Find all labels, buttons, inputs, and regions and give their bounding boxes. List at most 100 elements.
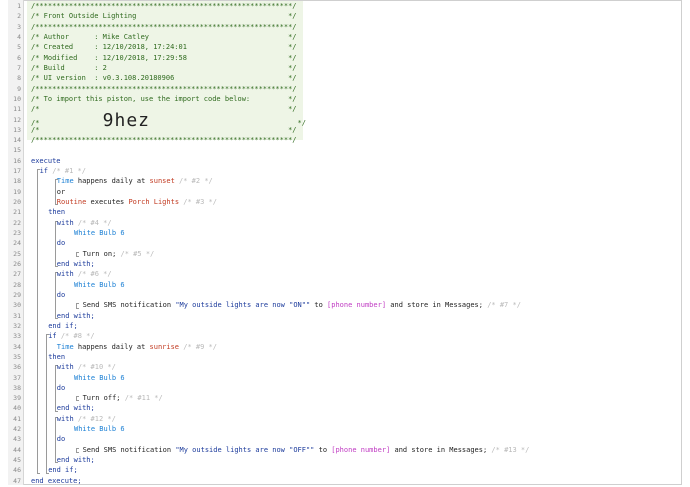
keyword: end execute; [31,476,82,485]
code-content: /* */ [31,125,297,135]
line-number: 44 [13,445,21,454]
line-number: 24 [13,239,21,248]
statement-id: /* #9 */ [179,342,217,351]
code-content: with /* #4 */ [31,218,112,228]
code-content: Routine executes Porch Lights /* #3 */ [31,197,217,207]
keyword: do [56,383,66,392]
code-content: if /* #8 */ [31,331,94,341]
line-number: 14 [13,136,21,145]
comment: /* */ [31,125,297,134]
code-content: or [31,187,65,197]
code-content: White Bulb 6 [31,228,125,238]
line-number: 26 [13,260,21,268]
comment: /* Author : Mike Catley */ [31,32,297,41]
line-number: 22 [13,218,21,227]
line-number: 15 [13,146,21,155]
line-number: 41 [13,414,21,423]
code-content: White Bulb 6 [31,373,125,383]
line-number: 7 [17,63,21,72]
comment: /* Front Outside Lighting */ [31,12,297,21]
code-content: Send SMS notification "My outside lights… [31,300,521,310]
code-content: White Bulb 6 [31,280,125,290]
line-number: 23 [13,229,21,238]
code-content: end if; [31,465,78,475]
line-number: 29 [13,290,21,299]
code-content: Time happens daily at sunrise /* #9 */ [31,342,217,352]
line-number: 40 [13,404,21,413]
code-text: Turn off; [82,394,125,403]
line-number: 11 [13,105,21,114]
comment: /***************************************… [31,2,297,10]
keyword: with [56,414,78,423]
comment: /* Build : 2 */ [31,63,297,72]
comment: /***************************************… [31,136,297,145]
keyword: end with; [56,456,95,465]
code-content: execute [31,156,61,166]
code-content: end with; [31,311,95,321]
code-text: and store in Messages; [386,301,488,310]
code-content: /* Created : 12/10/2018, 17:24:01 */ [31,42,297,52]
comment: /* To import this piston, use the import… [31,94,297,103]
keyword: then [48,208,66,217]
variable-token: [phone number] [327,301,387,310]
line-number: 20 [13,198,21,207]
keyword: end if; [48,321,78,330]
line-number: 28 [13,280,21,289]
statement-id: /* #11 */ [124,394,163,403]
line-number: 4 [17,32,21,41]
code-content: /* UI version : v0.3.108.20180906 */ [31,73,297,83]
code-content: do [31,290,65,300]
keyword: end with; [56,311,95,320]
code-content: with /* #10 */ [31,362,116,372]
code-text: executes [86,198,129,207]
string-token: "My outside lights are now "ON"" [175,301,311,310]
line-number: 13 [13,125,21,134]
line-number: 10 [13,94,21,103]
code-content: Send SMS notification "My outside lights… [31,445,530,455]
keyword: do [56,290,66,299]
keyword: execute [31,156,61,165]
line-number: 12 [13,115,21,124]
code-content: /***************************************… [31,22,297,32]
line-number: 35 [13,352,21,361]
keyword: if [48,332,61,341]
code-content: end with; [31,455,95,465]
device-token: Time [56,177,74,186]
code-content: Time happens daily at sunset /* #2 */ [31,176,213,186]
code-text: happens daily at [73,177,150,186]
code-content: Turn on; /* #5 */ [31,249,155,259]
keyword: do [56,435,66,444]
device-token: White Bulb 6 [74,280,125,289]
comment: /* UI version : v0.3.108.20180906 */ [31,74,297,83]
code-text: to [314,445,332,454]
line-number: 1 [17,2,21,10]
value-token: Porch Lights [128,198,180,207]
line-number: 30 [13,301,21,310]
code-content: /* To import this piston, use the import… [31,94,297,104]
code-content: do [31,383,65,393]
keyword: do [56,239,66,248]
device-token: White Bulb 6 [74,425,125,434]
keyword: end if; [48,466,78,475]
code-content: White Bulb 6 [31,424,125,434]
device-token: Time [56,342,74,351]
code-content: do [31,434,65,444]
code-text: Send SMS notification [82,301,176,310]
code-content: /* Front Outside Lighting */ [31,11,297,21]
code-content: then [31,352,65,362]
line-number: 9 [17,84,21,93]
code-content: with /* #6 */ [31,269,112,279]
line-number: 27 [13,270,21,279]
line-number: 43 [13,435,21,444]
statement-id: /* #5 */ [120,249,155,258]
line-number: 42 [13,425,21,434]
comment: /***************************************… [31,84,297,93]
device-token: White Bulb 6 [74,229,125,238]
line-number: 21 [13,208,21,217]
value-token: sunrise [149,342,180,351]
code-content: end if; [31,321,78,331]
code-content: if /* #1 */ [31,166,86,176]
line-number: 39 [13,394,21,403]
line-number: 47 [13,476,21,485]
line-number: 25 [13,249,21,258]
